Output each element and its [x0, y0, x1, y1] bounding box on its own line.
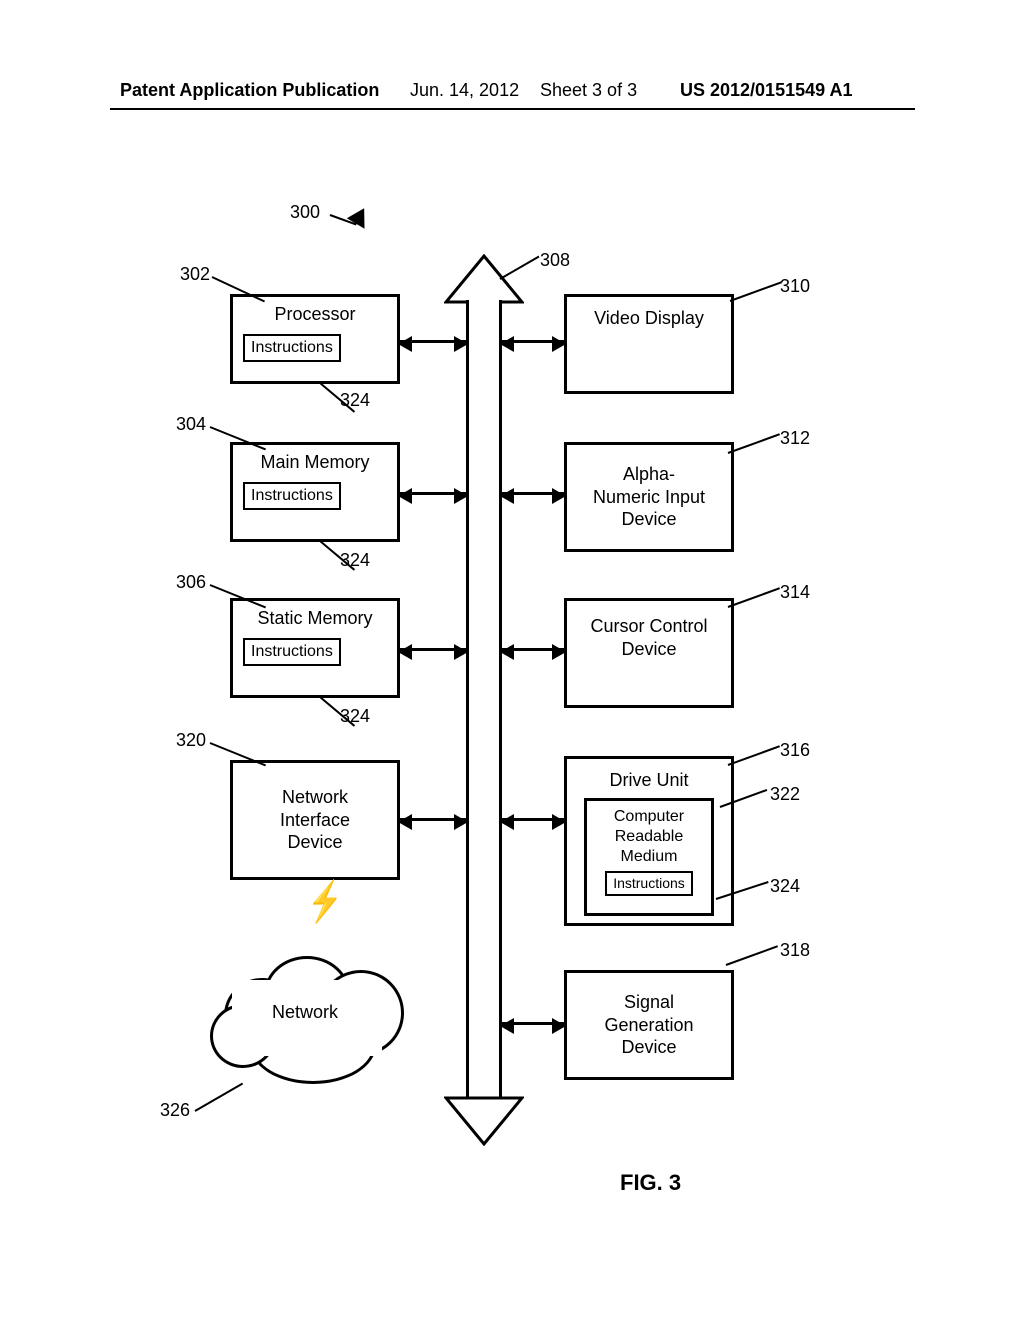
label-drive-unit: Drive Unit [609, 763, 688, 792]
ref-324a: 324 [340, 390, 370, 411]
label-static-memory: Static Memory [257, 601, 372, 630]
label-nic: Network Interface Device [280, 786, 350, 854]
header-sheet: Sheet 3 of 3 [540, 80, 637, 101]
block-static-memory: Static Memory Instructions [230, 598, 400, 698]
ref-324d: 324 [770, 876, 800, 897]
ref-326: 326 [160, 1100, 190, 1121]
connector-video [502, 340, 564, 343]
block-cursor-control: Cursor Control Device [564, 598, 734, 708]
connector-main-memory [400, 492, 466, 495]
block-alpha-input: Alpha- Numeric Input Device [564, 442, 734, 552]
block-processor: Processor Instructions [230, 294, 400, 384]
leader-312 [728, 433, 780, 454]
ref-302: 302 [180, 264, 210, 285]
static-memory-instructions: Instructions [243, 638, 341, 666]
leader-314 [728, 587, 780, 608]
processor-instructions: Instructions [243, 334, 341, 362]
ref-320: 320 [176, 730, 206, 751]
block-nic: Network Interface Device [230, 760, 400, 880]
ref-312: 312 [780, 428, 810, 449]
ref-304: 304 [176, 414, 206, 435]
ref-314: 314 [780, 582, 810, 603]
label-cursor-control: Cursor Control Device [590, 609, 707, 660]
crm-instructions: Instructions [605, 871, 693, 897]
page: Patent Application Publication Jun. 14, … [0, 0, 1024, 1320]
block-drive-unit: Drive Unit Computer Readable Medium Inst… [564, 756, 734, 926]
figure-label: FIG. 3 [620, 1170, 681, 1196]
connector-nic [400, 818, 466, 821]
ref-318: 318 [780, 940, 810, 961]
connector-static-memory [400, 648, 466, 651]
bus-arrow-down [444, 1096, 524, 1146]
label-processor: Processor [274, 297, 355, 326]
block-video-display: Video Display [564, 294, 734, 394]
header-publication: Patent Application Publication [120, 80, 379, 101]
ref-300: 300 [290, 202, 320, 223]
label-signal-gen: Signal Generation Device [604, 991, 693, 1059]
header-docno: US 2012/0151549 A1 [680, 80, 852, 101]
connector-drive [502, 818, 564, 821]
connector-cursor [502, 648, 564, 651]
header-date: Jun. 14, 2012 [410, 80, 519, 101]
block-main-memory: Main Memory Instructions [230, 442, 400, 542]
leader-326 [195, 1083, 244, 1112]
ref-306: 306 [176, 572, 206, 593]
arrowhead-300 [347, 208, 373, 234]
block-signal-gen: Signal Generation Device [564, 970, 734, 1080]
cloud-network: Network [210, 950, 400, 1080]
ref-316: 316 [780, 740, 810, 761]
main-memory-instructions: Instructions [243, 482, 341, 510]
label-video-display: Video Display [594, 301, 704, 330]
bus-body [466, 300, 502, 1100]
leader-316 [728, 745, 780, 766]
bus-arrow-up [444, 254, 524, 304]
lightning-icon: ⚡ [307, 878, 342, 925]
ref-322: 322 [770, 784, 800, 805]
leader-318 [726, 945, 778, 966]
connector-alpha [502, 492, 564, 495]
label-crm: Computer Readable Medium [614, 801, 684, 867]
label-main-memory: Main Memory [260, 445, 369, 474]
connector-signal [502, 1022, 564, 1025]
ref-310: 310 [780, 276, 810, 297]
label-network: Network [210, 1002, 400, 1023]
connector-processor [400, 340, 466, 343]
leader-310 [730, 281, 782, 302]
ref-308: 308 [540, 250, 570, 271]
block-crm: Computer Readable Medium Instructions [584, 798, 714, 916]
label-alpha-input: Alpha- Numeric Input Device [593, 463, 705, 531]
header-rule [110, 108, 915, 110]
